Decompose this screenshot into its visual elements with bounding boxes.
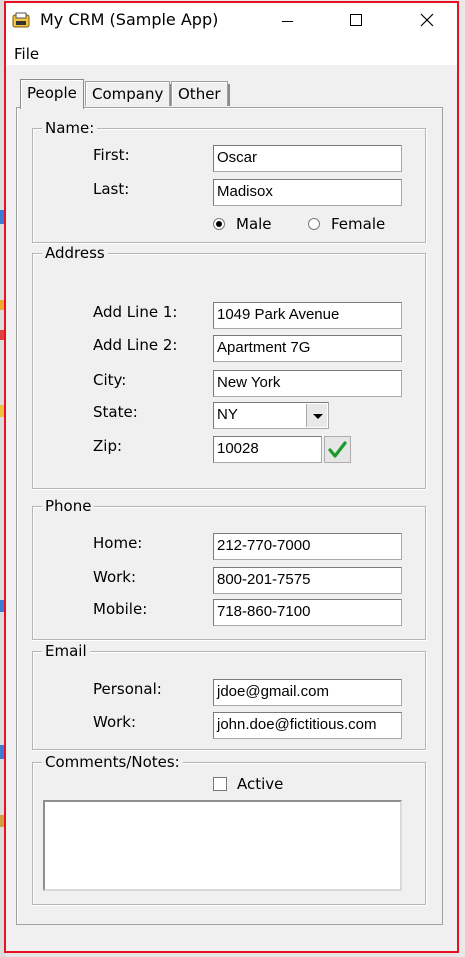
comments-group: Comments/Notes: Active <box>32 753 426 905</box>
male-radio[interactable] <box>213 218 225 230</box>
female-label: Female <box>331 215 386 233</box>
active-checkbox[interactable] <box>213 777 227 791</box>
crm-window: My CRM (Sample App) File People Company … <box>4 1 459 953</box>
phone-group: Phone Home: 212-770-7000 Work: 800-201-7… <box>32 497 426 640</box>
menu-bar: File <box>6 39 457 65</box>
male-label: Male <box>236 215 272 233</box>
tab-other[interactable]: Other <box>171 81 230 106</box>
work-phone-field[interactable]: 800-201-7575 <box>213 567 402 594</box>
zip-field[interactable]: 10028 <box>213 436 322 463</box>
green-checkmark-icon <box>328 441 347 458</box>
home-phone-label: Home: <box>93 534 143 552</box>
window-title: My CRM (Sample App) <box>40 10 219 29</box>
home-phone-field[interactable]: 212-770-7000 <box>213 533 402 560</box>
tab-other-label: Other <box>178 85 221 103</box>
mobile-phone-field[interactable]: 718-860-7100 <box>213 599 402 626</box>
last-name-field[interactable]: Madisox <box>213 179 402 206</box>
app-icon <box>12 12 30 28</box>
menu-file[interactable]: File <box>14 45 39 63</box>
email-legend: Email <box>42 642 90 660</box>
tab-company-label: Company <box>92 85 164 103</box>
tab-people[interactable]: People <box>20 79 84 109</box>
name-legend: Name: <box>42 119 98 137</box>
active-label: Active <box>237 775 284 793</box>
state-selected-value: NY <box>217 406 238 423</box>
first-name-label: First: <box>93 146 130 164</box>
state-label: State: <box>93 403 138 421</box>
zip-label: Zip: <box>93 437 123 455</box>
address-line1-field[interactable]: 1049 Park Avenue <box>213 302 402 329</box>
tab-strip: People Company Other <box>14 79 444 109</box>
tab-shadow <box>227 84 230 106</box>
email-group: Email Personal: jdoe@gmail.com Work: joh… <box>32 642 426 750</box>
address-group: Address Add Line 1: 1049 Park Avenue Add… <box>32 244 426 489</box>
radio-selected-dot <box>216 221 222 227</box>
notes-textarea[interactable] <box>43 800 402 891</box>
comments-legend: Comments/Notes: <box>42 753 183 771</box>
name-group: Name: First: Oscar Last: Madisox Male Fe… <box>32 119 426 243</box>
close-icon <box>420 13 434 27</box>
address-line2-field[interactable]: Apartment 7G <box>213 335 402 362</box>
personal-email-label: Personal: <box>93 680 162 698</box>
minimize-icon <box>282 21 293 22</box>
city-label: City: <box>93 371 127 389</box>
zip-validate-button[interactable] <box>324 436 351 463</box>
personal-email-field[interactable]: jdoe@gmail.com <box>213 679 402 706</box>
work-email-field[interactable]: john.doe@fictitious.com <box>213 712 402 739</box>
minimize-button[interactable] <box>265 3 311 39</box>
maximize-button[interactable] <box>333 3 379 39</box>
first-name-field[interactable]: Oscar <box>213 145 402 172</box>
work-phone-label: Work: <box>93 568 137 586</box>
tab-company[interactable]: Company <box>85 81 173 106</box>
address-line2-label: Add Line 2: <box>93 336 178 354</box>
close-button[interactable] <box>404 3 450 39</box>
state-dropdown-button[interactable] <box>306 404 327 427</box>
chevron-down-icon <box>313 414 323 419</box>
female-radio[interactable] <box>308 218 320 230</box>
maximize-icon <box>350 14 362 26</box>
address-legend: Address <box>42 244 108 262</box>
state-select[interactable]: NY <box>213 402 329 429</box>
people-tab-panel: Name: First: Oscar Last: Madisox Male Fe… <box>16 107 443 925</box>
background-window-strip <box>459 0 465 957</box>
last-name-label: Last: <box>93 180 130 198</box>
tab-people-label: People <box>27 84 77 102</box>
title-bar[interactable]: My CRM (Sample App) <box>6 3 457 39</box>
phone-legend: Phone <box>42 497 95 515</box>
mobile-phone-label: Mobile: <box>93 600 148 618</box>
city-field[interactable]: New York <box>213 370 402 397</box>
address-line1-label: Add Line 1: <box>93 303 178 321</box>
work-email-label: Work: <box>93 713 137 731</box>
